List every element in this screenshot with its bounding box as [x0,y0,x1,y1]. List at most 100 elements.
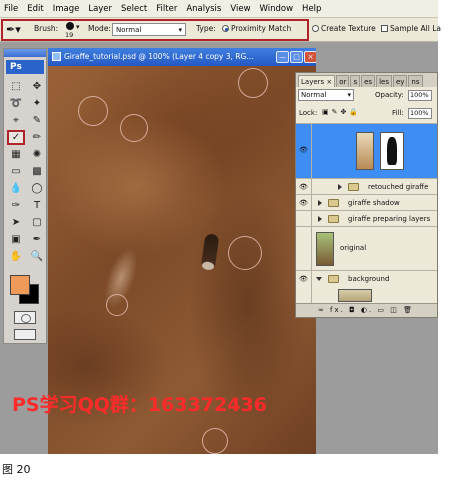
visibility-toggle[interactable] [296,227,312,270]
brush-tool[interactable]: ✏ [28,130,46,145]
brush-circle [228,236,262,270]
lasso-tool[interactable]: ➰ [7,96,25,111]
layer-row-retouched-giraffe[interactable]: 👁 retouched giraffe [296,178,437,194]
menu-analysis[interactable]: Analysis [186,4,221,14]
tool-preset-icon[interactable]: ✒▾ [6,22,26,38]
brush-circle [78,96,108,126]
expand-arrow-icon[interactable] [338,184,342,190]
blend-mode-select[interactable]: Normal ▾ [298,89,354,101]
menu-filter[interactable]: Filter [156,4,177,14]
crop-tool[interactable]: ⌖ [7,113,25,128]
menu-layer[interactable]: Layer [88,4,112,14]
document-icon [52,52,61,61]
layer-name: background [348,275,390,283]
mode-label: Mode: [88,24,111,33]
folder-icon [328,215,339,223]
layer-row-active[interactable]: 👁 [296,123,437,178]
foreground-color-swatch[interactable] [10,275,30,295]
expand-arrow-icon[interactable] [318,200,322,206]
sample-all-layers-checkbox[interactable]: Sample All La [381,24,441,33]
eyedropper-tool-2[interactable]: ✒ [28,232,46,247]
menu-window[interactable]: Window [260,4,294,14]
eye-icon: 👁 [299,183,308,191]
menu-help[interactable]: Help [302,4,321,14]
background-thumbnail [338,289,372,302]
collapse-arrow-icon[interactable] [316,277,322,281]
toolbox-header[interactable] [4,49,46,57]
layers-bottom-toolbar[interactable]: ∞ fx. ◘ ◐. ▭ ◫ 🗑 [296,303,437,317]
lock-icons[interactable]: ▣✎✥🔒 [322,108,361,116]
brush-circle [120,114,148,142]
pen-tool[interactable]: ✑ [7,198,25,213]
screen-mode-button[interactable] [14,329,36,340]
tab-6[interactable]: ey [392,75,408,87]
blur-tool[interactable]: 💧 [7,181,25,196]
layer-row-preparing-layers[interactable]: giraffe preparing layers [296,210,437,226]
menu-image[interactable]: Image [53,4,80,14]
layer-row-original[interactable]: original [296,226,437,270]
proximity-match-radio[interactable]: Proximity Match [222,24,291,33]
opacity-field[interactable]: 100% [408,90,432,101]
close-button[interactable]: × [304,51,316,63]
texture-label: Create Texture [321,24,376,33]
path-select-tool[interactable]: ➤ [7,215,25,230]
clone-stamp-tool[interactable]: ▦ [7,147,25,162]
layer-row-giraffe-shadow[interactable]: 👁 giraffe shadow [296,194,437,210]
zoom-tool[interactable]: 🔍 [28,249,46,264]
tab-3[interactable]: s [350,75,361,87]
eye-icon: 👁 [299,275,308,283]
gradient-tool[interactable]: ▩ [28,164,46,179]
panel-tabs: Layers × or s es les ey ns [296,73,437,87]
ps-logo: Ps [6,60,44,74]
history-brush-tool[interactable]: ✺ [28,147,46,162]
marquee-tool[interactable]: ⬚ [7,79,25,94]
fill-field[interactable]: 100% [408,108,432,119]
menu-select[interactable]: Select [121,4,147,14]
shape-tool[interactable]: ▢ [28,215,46,230]
brush-circle [238,68,268,98]
move-tool[interactable]: ✥ [28,79,46,94]
type-tool[interactable]: T [28,198,46,213]
tab-layers[interactable]: Layers × [298,75,336,87]
hand-tool[interactable]: ✋ [7,249,25,264]
visibility-toggle[interactable]: 👁 [296,195,312,210]
visibility-toggle[interactable]: 👁 [296,271,312,304]
create-texture-radio[interactable]: Create Texture [312,24,376,33]
layer-name: giraffe preparing layers [348,215,431,223]
maximize-button[interactable]: □ [290,51,303,63]
mode-select[interactable]: Normal ▾ [112,23,186,36]
brush-preview[interactable]: 19 ▾ [60,21,82,39]
chevron-down-icon: ▾ [347,91,351,99]
tool-grid: ⬚ ✥ ➰ ✦ ⌖ ✎ ✓ ✏ ▦ ✺ ▭ ▩ 💧 ◯ ✑ T ➤ ▢ ▣ ✒ … [4,77,46,266]
notes-tool[interactable]: ▣ [7,232,25,247]
visibility-toggle[interactable]: 👁 [296,179,312,194]
menu-file[interactable]: File [4,4,18,14]
healing-brush-tool[interactable]: ✓ [7,130,25,145]
lock-label: Lock: [299,109,318,117]
tab-2[interactable]: or [336,75,350,87]
layer-mask-thumbnail [380,132,404,170]
dodge-tool[interactable]: ◯ [28,181,46,196]
brush-circle [106,294,128,316]
visibility-toggle[interactable] [296,211,312,226]
eyedropper-tool[interactable]: ✎ [28,113,46,128]
menu-edit[interactable]: Edit [27,4,43,14]
figure-caption: 图 20 [2,463,31,476]
tab-4[interactable]: es [361,75,376,87]
tab-5[interactable]: les [376,75,392,87]
toolbox: Ps ⬚ ✥ ➰ ✦ ⌖ ✎ ✓ ✏ ▦ ✺ ▭ ▩ 💧 ◯ ✑ T ➤ ▢ ▣… [3,48,47,344]
quick-mask-button[interactable] [14,311,36,324]
layer-name: original [340,244,367,252]
sample-label: Sample All La [390,24,441,33]
minimize-button[interactable]: — [276,51,289,63]
layer-name: giraffe shadow [348,199,400,207]
magic-wand-tool[interactable]: ✦ [28,96,46,111]
tab-7[interactable]: ns [408,75,423,87]
layer-row-background[interactable]: 👁 background [296,270,437,304]
menu-view[interactable]: View [230,4,250,14]
expand-arrow-icon[interactable] [318,216,322,222]
blend-mode-value: Normal [301,91,327,99]
brush-size: 19 [65,31,74,39]
visibility-toggle[interactable]: 👁 [296,124,312,178]
eraser-tool[interactable]: ▭ [7,164,25,179]
